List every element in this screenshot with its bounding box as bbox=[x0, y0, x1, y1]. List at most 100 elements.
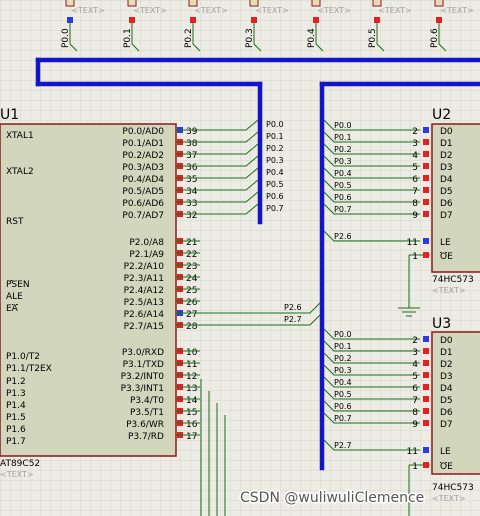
u1-pin-number: 33 bbox=[186, 199, 197, 209]
u1-right-pin-label: P3.6/WR bbox=[126, 420, 164, 430]
u2-oe-label: OE bbox=[440, 252, 453, 262]
u2-pin-square bbox=[423, 127, 429, 133]
u2-pin-number: 9 bbox=[412, 211, 418, 221]
u1-right-pin-label: P0.4/AD4 bbox=[122, 175, 164, 185]
u1-pin-number: 37 bbox=[186, 151, 197, 161]
u1-right-pin-label: P3.3/INT1 bbox=[121, 384, 164, 394]
probe-text-tag: <TEXT> bbox=[317, 6, 351, 15]
u3-pin-name: D6 bbox=[440, 408, 453, 418]
probe-text-tag: <TEXT> bbox=[71, 6, 105, 15]
probe-label: P0.3 bbox=[245, 28, 255, 48]
u2-pin-name: D1 bbox=[440, 139, 453, 149]
u1-p0-net-label: P0.1 bbox=[266, 132, 284, 141]
u3-pin-name: D3 bbox=[440, 372, 453, 382]
u3-pin-name: D2 bbox=[440, 360, 453, 370]
u2-text-tag: <TEXT> bbox=[432, 286, 466, 295]
u2-pin-number: 5 bbox=[412, 163, 418, 173]
u1-left-pin-label: P1.5 bbox=[6, 413, 26, 423]
u1-right-pin-label: P2.7/A15 bbox=[124, 322, 164, 332]
u3-pin-number: 4 bbox=[412, 360, 418, 370]
u1-right-pin-label: P0.3/AD3 bbox=[122, 163, 164, 173]
u1-pin-number: 34 bbox=[186, 187, 198, 197]
u3-pin-name: D7 bbox=[440, 420, 453, 430]
u1-ref-label: U1 bbox=[0, 107, 19, 123]
probe-pin-square bbox=[313, 17, 319, 23]
u3-pin-square bbox=[423, 360, 429, 366]
u2-le-number: 11 bbox=[407, 238, 418, 248]
u1-left-pin-label: ALE bbox=[6, 292, 23, 302]
u1-pin-number: 27 bbox=[186, 310, 197, 320]
u3-pin-square bbox=[423, 336, 429, 342]
u1-pin-number: 32 bbox=[186, 211, 197, 221]
u1-pin-number: 35 bbox=[186, 175, 197, 185]
u2-pin-name: D5 bbox=[440, 187, 453, 197]
u2-pin-name: D0 bbox=[440, 127, 453, 137]
watermark: CSDN @wuliwuliClemence bbox=[240, 490, 424, 506]
u2-pin-name: D7 bbox=[440, 211, 453, 221]
probe-label: P0.4 bbox=[307, 28, 317, 48]
u1-right-pin-label: P2.5/A13 bbox=[124, 298, 164, 308]
u2-pin-square bbox=[423, 211, 429, 217]
u2-pin-number: 3 bbox=[412, 139, 418, 149]
u1-left-pin-label: P1.1/T2EX bbox=[6, 364, 52, 374]
u3-le-net-label: P2.7 bbox=[334, 441, 352, 450]
u3-pin-number: 5 bbox=[412, 372, 418, 382]
u1-pin-number: 23 bbox=[186, 262, 197, 272]
u1-pin-number: 21 bbox=[186, 238, 197, 248]
u2-pin-name: D4 bbox=[440, 175, 453, 185]
u1-pin-number: 25 bbox=[186, 286, 197, 296]
u1-right-pin-label: P3.5/T1 bbox=[130, 408, 164, 418]
u1-pin-number: 13 bbox=[186, 384, 197, 394]
u2-pin-square bbox=[423, 139, 429, 145]
u1-right-pin-label: P3.7/RD bbox=[128, 432, 164, 442]
u3-net-label: P0.7 bbox=[334, 414, 352, 423]
u2-net-label: P0.7 bbox=[334, 205, 352, 214]
u1-p2-net-label: P2.6 bbox=[284, 303, 302, 312]
probe-text-tag: <TEXT> bbox=[133, 6, 167, 15]
probe-text-tag: <TEXT> bbox=[440, 6, 474, 15]
u1-p0-net-label: P0.3 bbox=[266, 156, 284, 165]
probe-label: P0.5 bbox=[368, 28, 378, 48]
u1-text-tag: <TEXT> bbox=[0, 470, 34, 479]
u3-pin-name: D0 bbox=[440, 336, 453, 346]
u1-right-pin-label: P3.2/INT0 bbox=[121, 372, 165, 382]
u3-pin-square bbox=[423, 348, 429, 354]
u1-p2-net-label: P2.7 bbox=[284, 315, 302, 324]
u1-left-pin-label: RST bbox=[6, 217, 24, 227]
u1-left-pin-label: PSEN bbox=[6, 280, 30, 290]
u1-left-pin-label: P1.0/T2 bbox=[6, 352, 40, 362]
u2-pin-number: 6 bbox=[412, 175, 418, 185]
u2-oe-number: 1 bbox=[412, 252, 418, 262]
u1-left-pin-label: P1.7 bbox=[6, 437, 26, 447]
u1-p0-net-label: P0.0 bbox=[266, 120, 284, 129]
probe-pin-square bbox=[436, 17, 442, 23]
probe-pin-square bbox=[129, 17, 135, 23]
u1-right-pin-label: P2.4/A12 bbox=[124, 286, 164, 296]
u3-net-label: P0.2 bbox=[334, 354, 352, 363]
u2-le-label: LE bbox=[440, 238, 451, 248]
u1-pin-number: 36 bbox=[186, 163, 198, 173]
u3-oe-square bbox=[423, 462, 429, 468]
u1-p0-net-label: P0.5 bbox=[266, 180, 284, 189]
u2-le-net-label: P2.6 bbox=[334, 232, 352, 241]
probe-pin-square bbox=[67, 17, 73, 23]
u1-pin-number: 10 bbox=[186, 348, 198, 358]
u2-net-label: P0.1 bbox=[334, 133, 352, 142]
probe-pin-square bbox=[190, 17, 196, 23]
u3-ref-label: U3 bbox=[432, 316, 451, 332]
u1-pin-number: 16 bbox=[186, 420, 198, 430]
probe-label: P0.1 bbox=[123, 28, 133, 48]
u3-pin-number: 6 bbox=[412, 384, 418, 394]
u3-net-label: P0.5 bbox=[334, 390, 352, 399]
u3-pin-number: 3 bbox=[412, 348, 418, 358]
u1-part-label: AT89C52 bbox=[0, 459, 40, 469]
u3-pin-square bbox=[423, 408, 429, 414]
u2-ref-label: U2 bbox=[432, 107, 451, 123]
u3-pin-number: 8 bbox=[412, 408, 418, 418]
u3-net-label: P0.0 bbox=[334, 330, 352, 339]
u2-pin-name: D2 bbox=[440, 151, 453, 161]
u3-pin-square bbox=[423, 372, 429, 378]
u2-pin-square bbox=[423, 151, 429, 157]
u1-right-pin-label: P2.0/A8 bbox=[129, 238, 164, 248]
u1-pin-number: 26 bbox=[186, 298, 198, 308]
